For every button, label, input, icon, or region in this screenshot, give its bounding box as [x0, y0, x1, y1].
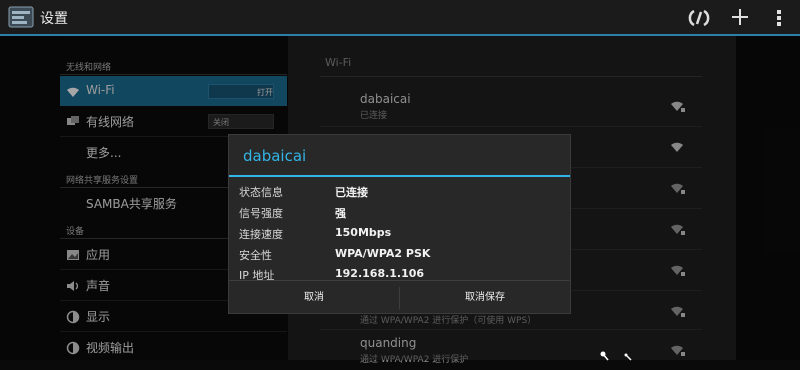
dialog-title-rule [229, 175, 570, 177]
status-label: 状态信息 [239, 186, 283, 199]
dialog-button-bar: 取消 取消保存 [229, 280, 570, 314]
add-network-icon[interactable] [730, 7, 750, 27]
overflow-menu-icon[interactable] [772, 7, 786, 29]
dialog-title: dabaicai [243, 147, 307, 165]
cancel-button[interactable]: 取消 [229, 281, 399, 314]
security-label: 安全性 [239, 249, 272, 262]
wps-icon[interactable] [688, 8, 710, 28]
app-title: 设置 [40, 11, 68, 27]
ip-address-value: 192.168.1.106 [335, 267, 425, 280]
link-speed-value: 150Mbps [335, 226, 392, 239]
signal-strength-label: 信号强度 [239, 207, 283, 220]
forget-network-button[interactable]: 取消保存 [400, 281, 570, 314]
action-bar [0, 0, 800, 34]
mouse-cursor-icon [600, 346, 634, 361]
status-value: 已连接 [335, 186, 368, 199]
network-details-dialog: dabaicai 状态信息 已连接 信号强度 强 连接速度 150Mbps 安全… [228, 134, 571, 314]
link-speed-label: 连接速度 [239, 228, 283, 241]
security-value: WPA/WPA2 PSK [335, 247, 431, 260]
signal-strength-value: 强 [335, 207, 346, 220]
settings-app-icon[interactable] [8, 5, 34, 29]
